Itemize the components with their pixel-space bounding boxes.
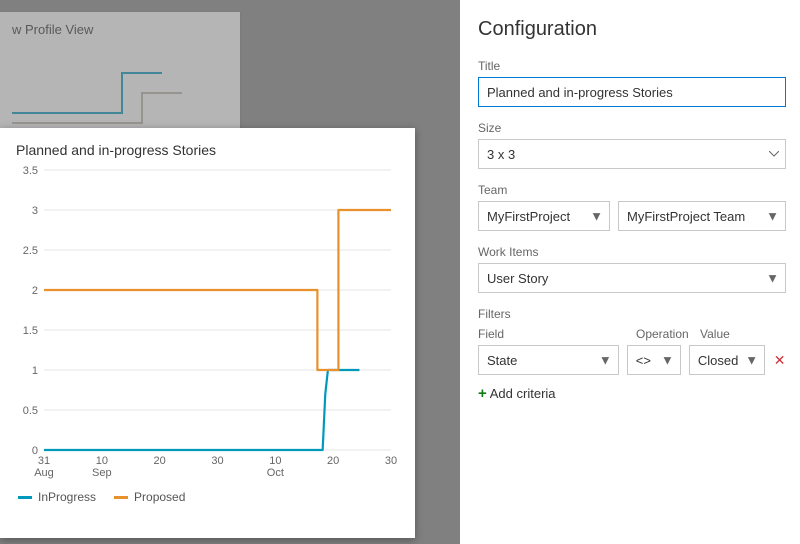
svg-text:30: 30 bbox=[385, 455, 397, 467]
legend-swatch bbox=[18, 496, 32, 499]
workitems-select[interactable]: User Story ▼ bbox=[478, 263, 786, 293]
filters-col-field: Field bbox=[478, 327, 628, 341]
add-criteria-label: Add criteria bbox=[490, 386, 556, 401]
chevron-down-icon bbox=[769, 151, 779, 157]
svg-text:2: 2 bbox=[32, 285, 38, 297]
svg-text:30: 30 bbox=[211, 455, 223, 467]
svg-text:0.5: 0.5 bbox=[23, 405, 38, 417]
legend-label: Proposed bbox=[134, 490, 185, 504]
filter-field-select[interactable]: State▼ bbox=[478, 345, 619, 375]
filter-value-select[interactable]: Closed▼ bbox=[689, 345, 765, 375]
chart-area: 00.511.522.533.531Aug10Sep203010Oct2030 bbox=[16, 164, 399, 484]
chart-title: Planned and in-progress Stories bbox=[16, 142, 399, 158]
chart-preview-card: Planned and in-progress Stories 00.511.5… bbox=[0, 128, 415, 538]
title-input[interactable] bbox=[478, 77, 786, 107]
filters-header: Field Operation Value bbox=[478, 327, 786, 341]
team-team-value: MyFirstProject Team bbox=[627, 209, 745, 224]
title-label: Title bbox=[478, 59, 786, 73]
size-label: Size bbox=[478, 121, 786, 135]
team-label: Team bbox=[478, 183, 786, 197]
filters-label: Filters bbox=[478, 307, 786, 321]
svg-text:20: 20 bbox=[154, 455, 166, 467]
team-team-select[interactable]: MyFirstProject Team ▼ bbox=[618, 201, 786, 231]
svg-text:Aug: Aug bbox=[34, 467, 54, 479]
team-project-value: MyFirstProject bbox=[487, 209, 570, 224]
legend-label: InProgress bbox=[38, 490, 96, 504]
svg-text:1.5: 1.5 bbox=[23, 325, 38, 337]
size-value: 3 x 3 bbox=[487, 147, 515, 162]
filters-col-operation: Operation bbox=[636, 327, 692, 341]
caret-down-icon: ▼ bbox=[661, 353, 674, 368]
filters-col-value: Value bbox=[700, 327, 780, 341]
svg-text:1: 1 bbox=[32, 365, 38, 377]
legend-item: InProgress bbox=[18, 490, 96, 504]
svg-text:20: 20 bbox=[327, 455, 339, 467]
svg-text:Sep: Sep bbox=[92, 467, 112, 479]
legend-swatch bbox=[114, 496, 128, 499]
remove-filter-icon[interactable]: ✕ bbox=[773, 352, 786, 369]
svg-text:10: 10 bbox=[96, 455, 108, 467]
workitems-label: Work Items bbox=[478, 245, 786, 259]
team-project-select[interactable]: MyFirstProject ▼ bbox=[478, 201, 610, 231]
svg-text:3.5: 3.5 bbox=[23, 165, 38, 177]
size-select[interactable]: 3 x 3 bbox=[478, 139, 786, 169]
add-criteria-button[interactable]: + Add criteria bbox=[478, 385, 556, 402]
caret-down-icon: ▼ bbox=[766, 209, 779, 224]
svg-text:2.5: 2.5 bbox=[23, 245, 38, 257]
svg-text:31: 31 bbox=[38, 455, 50, 467]
configuration-panel: Configuration Title Size 3 x 3 Team MyFi… bbox=[460, 0, 800, 544]
plus-icon: + bbox=[478, 385, 487, 402]
svg-text:3: 3 bbox=[32, 205, 38, 217]
chart-legend: InProgress Proposed bbox=[16, 490, 399, 504]
svg-text:10: 10 bbox=[269, 455, 281, 467]
caret-down-icon: ▼ bbox=[745, 353, 758, 368]
svg-text:Oct: Oct bbox=[267, 467, 284, 479]
caret-down-icon: ▼ bbox=[590, 209, 603, 224]
caret-down-icon: ▼ bbox=[766, 271, 779, 286]
legend-item: Proposed bbox=[114, 490, 185, 504]
filter-row: State▼ <>▼ Closed▼ ✕ bbox=[478, 345, 786, 375]
caret-down-icon: ▼ bbox=[599, 353, 612, 368]
panel-title: Configuration bbox=[478, 18, 786, 41]
filter-op-select[interactable]: <>▼ bbox=[627, 345, 681, 375]
workitems-value: User Story bbox=[487, 271, 548, 286]
